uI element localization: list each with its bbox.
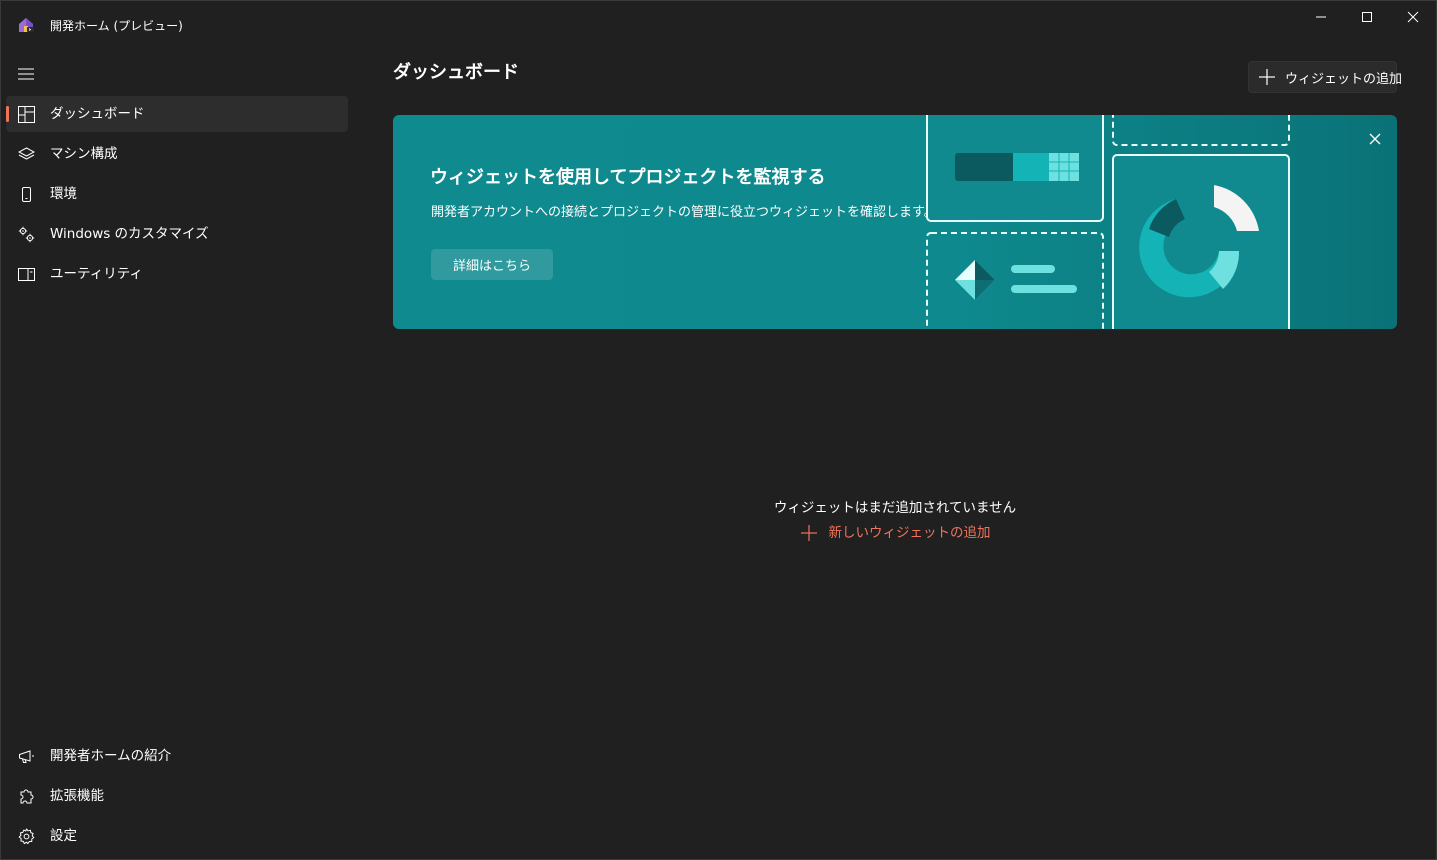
plus-icon bbox=[1259, 68, 1275, 86]
sidebar-item-label: ダッシュボード bbox=[50, 106, 145, 122]
sidebar-item-label: 設定 bbox=[50, 828, 77, 844]
sidebar-item-label: Windows のカスタマイズ bbox=[50, 226, 209, 242]
widgets-banner: ウィジェットを使用してプロジェクトを監視する 開発者アカウントへの接続とプロジェ… bbox=[393, 115, 1397, 329]
add-widget-button[interactable]: ウィジェットの追加 bbox=[1248, 61, 1402, 93]
dashboard-icon bbox=[17, 105, 35, 123]
banner-description: 開発者アカウントへの接続とプロジェクトの管理に役立つウィジェットを確認します。 bbox=[431, 205, 937, 220]
sidebar-item-whats-new[interactable]: 開発者ホームの紹介 bbox=[6, 738, 348, 774]
plus-icon bbox=[800, 524, 818, 542]
nav-toggle-button[interactable] bbox=[8, 59, 44, 89]
add-new-widget-link[interactable]: 新しいウィジェットの追加 bbox=[800, 522, 991, 544]
empty-state-message: ウィジェットはまだ追加されていません bbox=[773, 500, 1017, 516]
sidebar-item-label: マシン構成 bbox=[50, 146, 118, 162]
add-new-widget-label: 新しいウィジェットの追加 bbox=[828, 525, 991, 541]
dismiss-banner-button[interactable] bbox=[1363, 127, 1387, 151]
sidebar-item-windows-customize[interactable]: Windows のカスタマイズ bbox=[6, 216, 348, 252]
add-widget-label: ウィジェットの追加 bbox=[1285, 71, 1403, 87]
learn-more-button[interactable]: 詳細はこちら bbox=[431, 249, 553, 280]
sidebar-item-dashboard[interactable]: ダッシュボード bbox=[6, 96, 348, 132]
hamburger-icon bbox=[18, 68, 34, 80]
sidebar-item-machine-config[interactable]: マシン構成 bbox=[6, 136, 348, 172]
sidebar-item-utilities[interactable]: ユーティリティ bbox=[6, 256, 348, 292]
close-icon bbox=[1369, 133, 1381, 145]
sidebar-item-extensions[interactable]: 拡張機能 bbox=[6, 778, 348, 814]
maximize-button[interactable] bbox=[1344, 1, 1390, 33]
dev-home-window: 開発ホーム (プレビュー) ダッシュボード マシン構成 環境 Windows の… bbox=[0, 0, 1437, 860]
sidebar-item-label: 環境 bbox=[50, 186, 77, 202]
selection-indicator bbox=[6, 106, 9, 122]
sidebar-item-label: ユーティリティ bbox=[50, 266, 143, 282]
banner-title: ウィジェットを使用してプロジェクトを監視する bbox=[430, 167, 826, 188]
minimize-button[interactable] bbox=[1298, 1, 1344, 33]
close-icon bbox=[1407, 11, 1419, 23]
maximize-icon bbox=[1362, 12, 1372, 22]
sidebar-item-label: 開発者ホームの紹介 bbox=[50, 748, 172, 764]
window-title: 開発ホーム (プレビュー) bbox=[50, 19, 183, 33]
phone-device-icon bbox=[17, 185, 35, 203]
title-bar: 開発ホーム (プレビュー) bbox=[1, 1, 1436, 49]
megaphone-icon bbox=[17, 747, 35, 765]
puzzle-icon bbox=[17, 787, 35, 805]
empty-state: ウィジェットはまだ追加されていません 新しいウィジェットの追加 bbox=[393, 497, 1397, 545]
gear-icon bbox=[17, 827, 35, 845]
close-window-button[interactable] bbox=[1390, 1, 1436, 33]
sidebar-item-label: 拡張機能 bbox=[50, 788, 104, 804]
minimize-icon bbox=[1316, 16, 1326, 18]
sidebar-item-environments[interactable]: 環境 bbox=[6, 176, 348, 212]
gears-icon bbox=[17, 225, 35, 243]
panel-icon bbox=[17, 265, 35, 283]
dev-home-icon bbox=[17, 16, 35, 34]
page-title: ダッシュボード bbox=[393, 62, 519, 83]
sidebar-item-settings[interactable]: 設定 bbox=[6, 818, 348, 854]
layers-icon bbox=[17, 145, 35, 163]
widgets-illustration-icon bbox=[926, 115, 1290, 329]
